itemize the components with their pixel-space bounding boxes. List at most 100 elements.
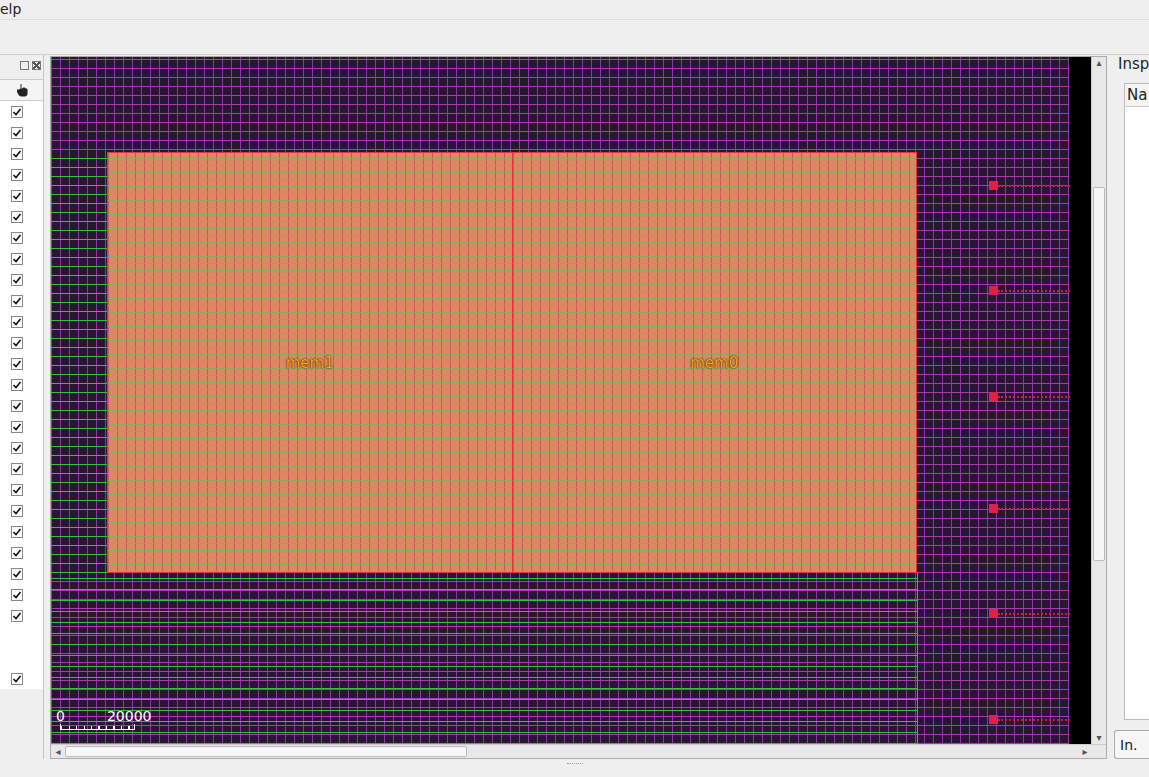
layer-checkbox[interactable] [11, 148, 23, 160]
io-pin[interactable] [989, 609, 1070, 618]
layer-row [0, 164, 43, 185]
scroll-left-icon[interactable]: ◂ [51, 746, 65, 758]
layer-checkbox[interactable] [11, 526, 23, 538]
layer-row [0, 101, 43, 122]
status-bar [0, 759, 1149, 777]
layer-row [0, 395, 43, 416]
scroll-right-icon[interactable]: ▸ [1078, 746, 1092, 758]
layer-checkbox[interactable] [11, 232, 23, 244]
layer-row [0, 332, 43, 353]
layer-row [0, 311, 43, 332]
layer-row [0, 374, 43, 395]
check-icon [12, 254, 22, 264]
close-icon[interactable] [32, 61, 41, 70]
layer-checkbox[interactable] [11, 253, 23, 265]
layer-checkbox[interactable] [11, 106, 23, 118]
layer-row [0, 542, 43, 563]
scale-ruler [60, 724, 135, 730]
check-icon [12, 422, 22, 432]
layer-row [0, 668, 43, 689]
scale-end: 20000 [107, 708, 152, 724]
layer-row [0, 122, 43, 143]
horizontal-scrollbar[interactable]: ◂▸ [51, 744, 1106, 758]
layer-checkbox[interactable] [11, 127, 23, 139]
inspector-panel: InspNaIn. [1107, 55, 1149, 759]
layer-checkbox[interactable] [11, 568, 23, 580]
layer-checkbox[interactable] [11, 547, 23, 559]
layer-row [0, 626, 43, 647]
hand-icon[interactable] [17, 83, 29, 97]
layer-row [0, 248, 43, 269]
layer-checkbox[interactable] [11, 274, 23, 286]
check-icon [12, 338, 22, 348]
io-pin[interactable] [989, 715, 1070, 724]
layer-checkbox[interactable] [11, 379, 23, 391]
check-icon [12, 233, 22, 243]
layer-row [0, 500, 43, 521]
layer-checkbox[interactable] [11, 463, 23, 475]
menu-item[interactable]: elp [0, 1, 21, 19]
layer-checkbox[interactable] [11, 442, 23, 454]
vertical-scrollbar[interactable]: ▴▾ [1091, 57, 1106, 744]
routing-tracks [51, 152, 107, 573]
layer-row [0, 290, 43, 311]
check-icon [12, 149, 22, 159]
layer-row [0, 206, 43, 227]
scroll-down-icon[interactable]: ▾ [1092, 732, 1106, 744]
toolbar [0, 20, 1149, 55]
check-icon [12, 590, 22, 600]
layer-checkbox[interactable] [11, 169, 23, 181]
openroad-window: elpmem1mem0020000▴▾◂▸InspNaIn. [0, 0, 1149, 777]
layout-canvas[interactable]: mem1mem0020000 [51, 57, 1091, 744]
layer-checkbox[interactable] [11, 673, 23, 685]
canvas-margin [1069, 57, 1091, 744]
check-icon [12, 401, 22, 411]
check-icon [12, 380, 22, 390]
inspector-table: Na [1124, 83, 1149, 720]
check-icon [12, 527, 22, 537]
macro-label: mem0 [686, 352, 742, 374]
layer-row [0, 143, 43, 164]
layer-checkbox[interactable] [11, 421, 23, 433]
float-icon[interactable] [20, 61, 29, 70]
layer-checkbox[interactable] [11, 190, 23, 202]
io-pin[interactable] [989, 181, 1070, 190]
io-pin[interactable] [989, 504, 1070, 513]
check-icon [12, 191, 22, 201]
io-pin[interactable] [989, 286, 1070, 295]
layer-checkbox[interactable] [11, 358, 23, 370]
main-area: mem1mem0020000▴▾◂▸InspNaIn. [0, 55, 1149, 759]
scroll-thumb[interactable] [65, 746, 467, 757]
layer-row [0, 521, 43, 542]
layer-checkbox[interactable] [11, 400, 23, 412]
check-icon [12, 275, 22, 285]
check-icon [12, 212, 22, 222]
layer-checkbox[interactable] [11, 295, 23, 307]
check-icon [12, 170, 22, 180]
layer-checkbox[interactable] [11, 505, 23, 517]
io-pin[interactable] [989, 392, 1070, 401]
layer-checkbox[interactable] [11, 316, 23, 328]
macro[interactable]: mem1 [107, 152, 512, 573]
check-icon [12, 485, 22, 495]
layer-checkbox[interactable] [11, 589, 23, 601]
die-area: mem1mem0020000 [51, 57, 1069, 744]
layer-checkbox[interactable] [11, 610, 23, 622]
macro-label: mem1 [282, 352, 338, 374]
scroll-up-icon[interactable]: ▴ [1092, 57, 1106, 69]
layer-row [0, 647, 43, 668]
check-icon [12, 611, 22, 621]
check-icon [12, 548, 22, 558]
inspector-button[interactable]: In. [1114, 730, 1149, 759]
scroll-thumb[interactable] [1093, 187, 1105, 561]
layer-row [0, 458, 43, 479]
check-icon [12, 296, 22, 306]
layer-checkbox[interactable] [11, 211, 23, 223]
check-icon [12, 506, 22, 516]
layer-row [0, 479, 43, 500]
macro[interactable]: mem0 [512, 152, 918, 573]
layer-row [0, 563, 43, 584]
layer-checkbox[interactable] [11, 484, 23, 496]
check-icon [12, 464, 22, 474]
layer-checkbox[interactable] [11, 337, 23, 349]
